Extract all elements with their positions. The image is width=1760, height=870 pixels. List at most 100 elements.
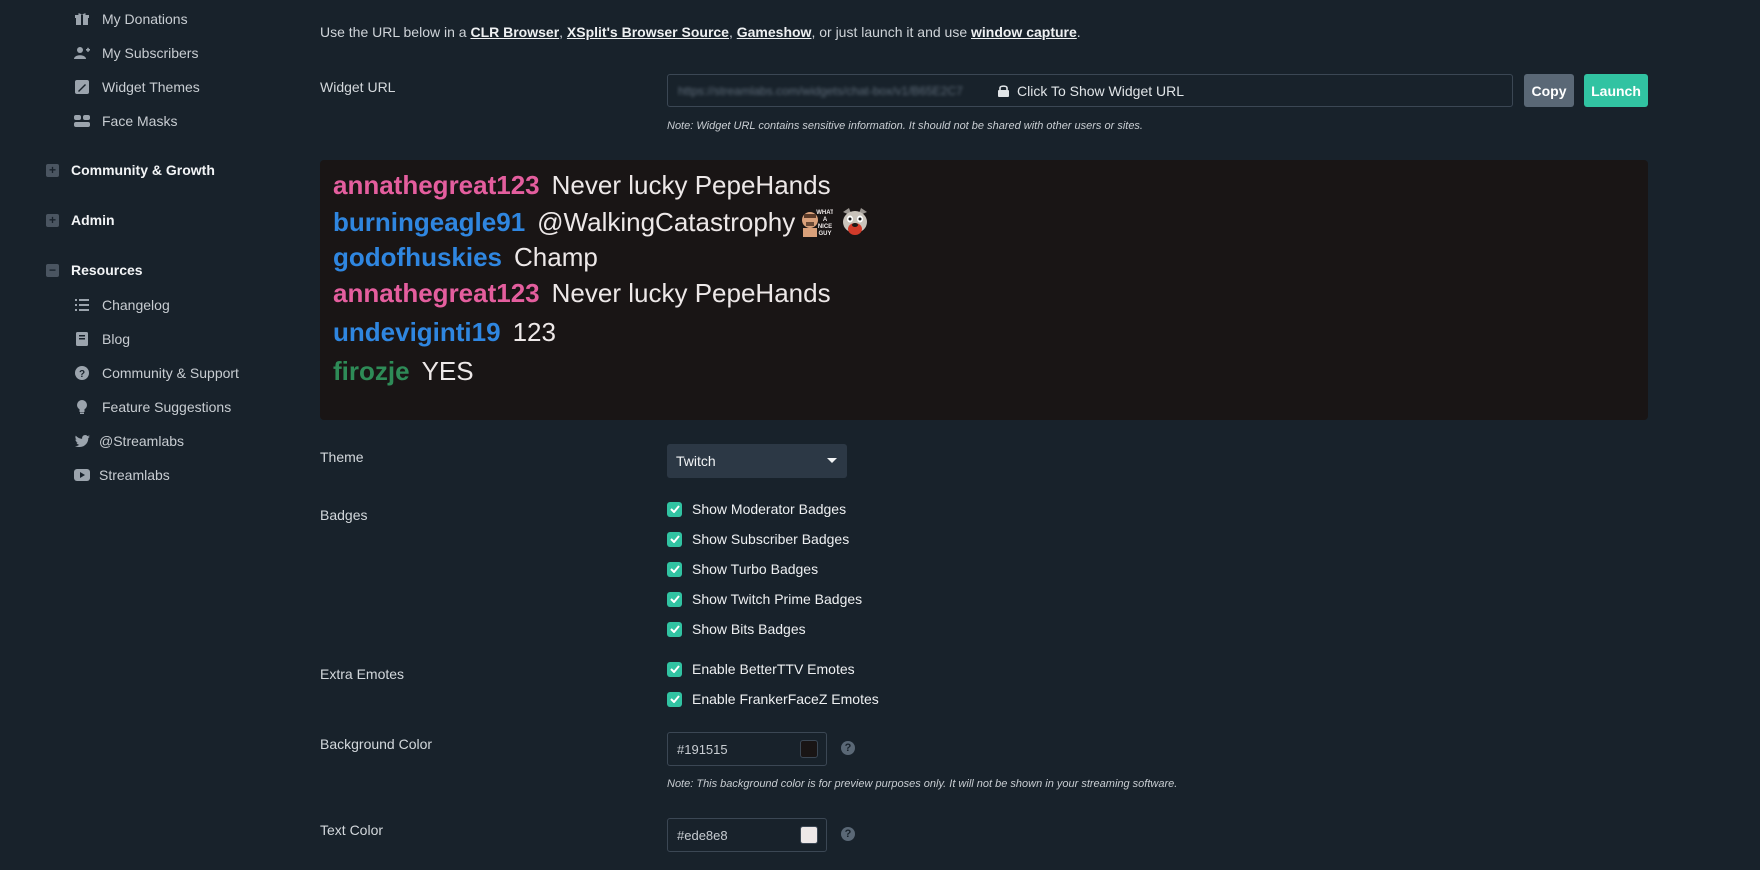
sidebar-item-youtube[interactable]: Streamlabs bbox=[74, 467, 170, 483]
sidebar-item-widget-themes[interactable]: Widget Themes bbox=[74, 79, 200, 95]
sidebar-item-label: My Subscribers bbox=[102, 45, 199, 61]
enable-frankerfacez-checkbox[interactable]: Enable FrankerFaceZ Emotes bbox=[667, 691, 879, 707]
sidebar-item-feature-suggestions[interactable]: Feature Suggestions bbox=[74, 399, 231, 415]
sidebar-item-label: My Donations bbox=[102, 11, 188, 27]
widget-url-label: Widget URL bbox=[320, 79, 396, 95]
chat-username: godofhuskies bbox=[333, 242, 503, 272]
chat-line: undeviginti19 123 bbox=[333, 317, 556, 348]
widget-url-blurred: https://streamlabs.com/widgets/chat-box/… bbox=[678, 83, 963, 98]
sidebar-item-twitter[interactable]: @Streamlabs bbox=[74, 433, 184, 449]
sidebar-item-label: Changelog bbox=[102, 297, 170, 313]
chat-line: godofhuskies Champ bbox=[333, 242, 598, 273]
sidebar-item-blog[interactable]: Blog bbox=[74, 331, 130, 347]
sidebar-item-my-donations[interactable]: My Donations bbox=[74, 11, 188, 27]
gift-icon bbox=[74, 11, 90, 27]
text-color-help-icon[interactable]: ? bbox=[841, 827, 855, 841]
what-a-nice-guy-emote: WHAT A NICE GUY bbox=[801, 206, 834, 238]
expand-icon: + bbox=[46, 163, 59, 177]
svg-text:?: ? bbox=[79, 369, 85, 380]
click-to-show-label: Click To Show Widget URL bbox=[1017, 82, 1185, 99]
dog-emote bbox=[839, 206, 871, 238]
background-color-swatch[interactable] bbox=[800, 740, 818, 758]
checkbox-checked-icon bbox=[667, 531, 682, 547]
svg-text:GUY: GUY bbox=[819, 231, 832, 237]
sidebar-item-my-subscribers[interactable]: My Subscribers bbox=[74, 45, 198, 61]
sidebar-item-label: Blog bbox=[102, 331, 131, 347]
window-capture-link[interactable]: window capture bbox=[971, 24, 1077, 40]
clr-browser-link[interactable]: CLR Browser bbox=[470, 24, 559, 40]
extra-emotes-label: Extra Emotes bbox=[320, 666, 405, 682]
sidebar-item-label: Widget Themes bbox=[102, 79, 200, 95]
sidebar-section-community-growth[interactable]: + Community & Growth bbox=[46, 162, 215, 178]
text-color-swatch[interactable] bbox=[800, 826, 818, 844]
caret-down-icon bbox=[827, 458, 837, 463]
chat-line: firozje YES bbox=[333, 356, 474, 387]
theme-label: Theme bbox=[320, 449, 364, 465]
checkbox-checked-icon bbox=[667, 501, 682, 517]
intro-sep: , bbox=[559, 24, 567, 40]
mask-icon bbox=[74, 113, 90, 129]
launch-button[interactable]: Launch bbox=[1584, 74, 1648, 107]
widget-url-note: Note: Widget URL contains sensitive info… bbox=[667, 120, 1143, 132]
show-turbo-badges-checkbox[interactable]: Show Turbo Badges bbox=[667, 561, 818, 577]
list-icon bbox=[74, 297, 90, 313]
chat-username: firozje bbox=[333, 356, 410, 386]
chat-line: burningeagle91 @WalkingCatastrophy WHAT … bbox=[333, 206, 871, 238]
book-icon bbox=[74, 331, 90, 347]
checkbox-label: Show Moderator Badges bbox=[692, 501, 847, 517]
svg-text:A: A bbox=[823, 217, 828, 223]
expand-icon: + bbox=[46, 213, 59, 227]
checkbox-checked-icon bbox=[667, 691, 682, 707]
theme-selected-value: Twitch bbox=[676, 453, 716, 469]
sidebar-item-label: Face Masks bbox=[102, 113, 178, 129]
checkbox-checked-icon bbox=[667, 561, 682, 577]
section-label: Resources bbox=[71, 262, 143, 278]
svg-text:NICE: NICE bbox=[818, 224, 832, 230]
checkbox-label: Show Subscriber Badges bbox=[692, 531, 850, 547]
checkbox-label: Show Turbo Badges bbox=[692, 561, 819, 577]
section-label: Admin bbox=[71, 212, 115, 228]
enable-betterttv-checkbox[interactable]: Enable BetterTTV Emotes bbox=[667, 661, 855, 677]
show-bits-badges-checkbox[interactable]: Show Bits Badges bbox=[667, 621, 806, 637]
sidebar-item-label: Streamlabs bbox=[99, 467, 170, 483]
chat-message: Never lucky PepeHands bbox=[551, 170, 831, 200]
intro-text: Use the URL below in a CLR Browser, XSpl… bbox=[320, 24, 1081, 40]
copy-button[interactable]: Copy bbox=[1524, 74, 1574, 107]
chat-line: annathegreat123 Never lucky PepeHands bbox=[333, 278, 831, 309]
text-color-field[interactable]: #ede8e8 bbox=[667, 818, 827, 852]
sidebar-item-community-support[interactable]: ? Community & Support bbox=[74, 365, 239, 381]
gameshow-link[interactable]: Gameshow bbox=[737, 24, 812, 40]
chat-username: burningeagle91 bbox=[333, 206, 526, 237]
show-twitch-prime-badges-checkbox[interactable]: Show Twitch Prime Badges bbox=[667, 591, 862, 607]
sidebar-section-resources[interactable]: − Resources bbox=[46, 262, 143, 278]
intro-sep: , bbox=[728, 24, 737, 40]
section-label: Community & Growth bbox=[71, 162, 215, 178]
sidebar-item-label: Community & Support bbox=[102, 365, 239, 381]
show-moderator-badges-checkbox[interactable]: Show Moderator Badges bbox=[667, 501, 846, 517]
lightbulb-icon bbox=[74, 399, 90, 415]
background-color-help-icon[interactable]: ? bbox=[841, 741, 855, 755]
text-color-label: Text Color bbox=[320, 822, 384, 838]
xsplit-link[interactable]: XSplit's Browser Source bbox=[567, 24, 729, 40]
sidebar-item-label: Feature Suggestions bbox=[102, 399, 232, 415]
svg-text:WHAT: WHAT bbox=[816, 210, 833, 216]
checkbox-label: Enable FrankerFaceZ Emotes bbox=[692, 691, 879, 707]
sidebar-item-changelog[interactable]: Changelog bbox=[74, 297, 170, 313]
checkbox-checked-icon bbox=[667, 591, 682, 607]
main-content: Use the URL below in a CLR Browser, XSpl… bbox=[320, 0, 1760, 870]
sidebar-section-admin[interactable]: + Admin bbox=[46, 212, 115, 228]
user-plus-icon bbox=[74, 45, 90, 61]
click-to-show-url[interactable]: Click To Show Widget URL bbox=[998, 83, 1184, 99]
theme-select[interactable]: Twitch bbox=[667, 444, 847, 478]
chat-message: Champ bbox=[514, 242, 598, 272]
background-color-field[interactable]: #191515 bbox=[667, 732, 827, 766]
checkbox-checked-icon bbox=[667, 661, 682, 677]
lock-icon bbox=[998, 84, 1009, 97]
show-subscriber-badges-checkbox[interactable]: Show Subscriber Badges bbox=[667, 531, 849, 547]
question-circle-icon: ? bbox=[74, 365, 90, 381]
widget-url-field[interactable]: https://streamlabs.com/widgets/chat-box/… bbox=[667, 74, 1513, 107]
checkbox-label: Enable BetterTTV Emotes bbox=[692, 661, 855, 677]
chat-preview: annathegreat123 Never lucky PepeHands bu… bbox=[320, 160, 1648, 420]
sidebar-item-face-masks[interactable]: Face Masks bbox=[74, 113, 177, 129]
chat-message: @WalkingCatastrophy bbox=[537, 206, 796, 237]
